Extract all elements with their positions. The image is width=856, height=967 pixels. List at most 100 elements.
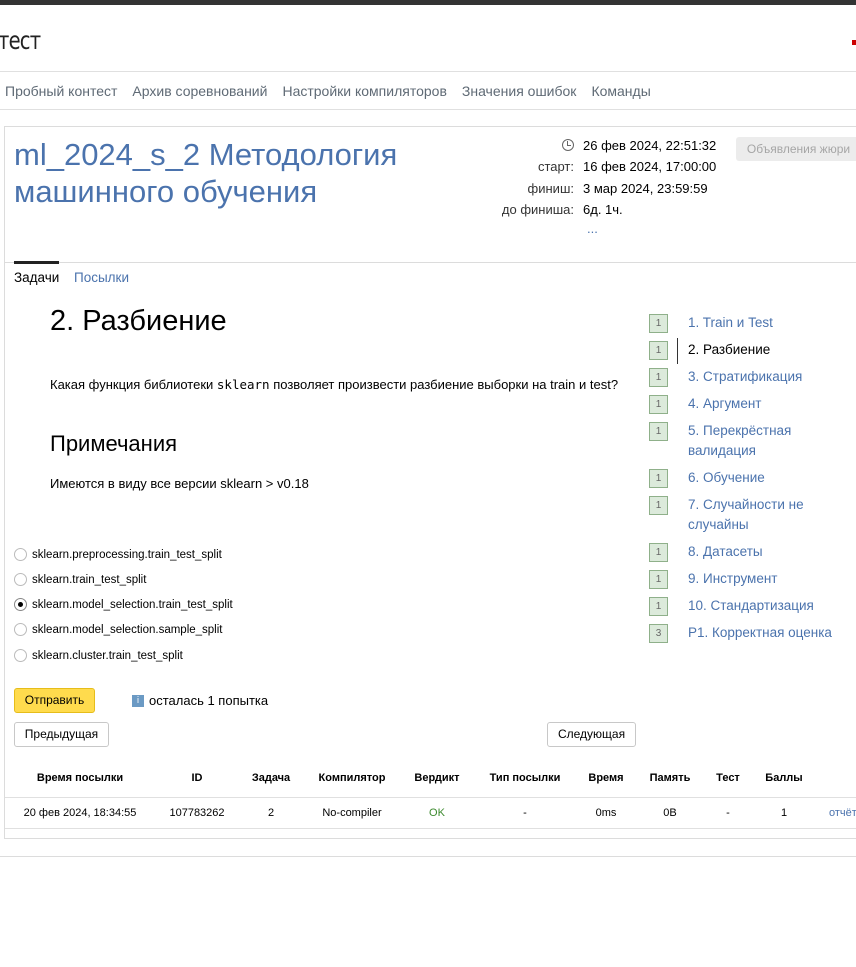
sidebar-item-split[interactable]: 2. Разбиение [688, 340, 838, 360]
column-header: Память [649, 772, 691, 784]
statement-text: Какая функция библиотеки [50, 377, 217, 392]
current-time: 26 фев 2024, 22:51:32 [583, 138, 717, 153]
finish-label: финиш: [527, 181, 574, 196]
nav-item-error-values[interactable]: Значения ошибок [462, 83, 577, 99]
start-value: 16 фев 2024, 17:00:00 [583, 159, 717, 174]
sidebar-item-stratification[interactable]: 3. Стратификация [688, 367, 838, 387]
submit-button[interactable]: Отправить [14, 688, 95, 713]
answer-option[interactable]: sklearn.preprocessing.train_test_split [14, 548, 222, 561]
cell-test: - [726, 807, 730, 819]
radio-button[interactable] [14, 623, 27, 636]
contest-title: ml_2024_s_2 Методология машинного обучен… [14, 137, 398, 209]
column-header: Время посылки [36, 772, 124, 784]
nav-item-archive[interactable]: Архив соревнований [132, 83, 267, 99]
current-problem-marker [677, 338, 678, 364]
nav-item-trial-contest[interactable]: Пробный контест [5, 83, 117, 99]
clock-icon [562, 139, 574, 151]
sidebar-item-standardization[interactable]: 10. Стандартизация [688, 596, 838, 616]
previous-button[interactable]: Предыдущая [14, 722, 109, 747]
info-icon: i [132, 695, 144, 707]
problem-score-badge: 1 [649, 422, 668, 441]
cell-compiler: No-compiler [322, 807, 382, 819]
statement-code: sklearn [216, 377, 270, 392]
cell-verdict: OK [429, 807, 445, 819]
cell-memory: 0B [663, 807, 677, 819]
problem-score-badge: 1 [649, 543, 668, 562]
column-header: Баллы [765, 772, 803, 784]
statement-text: позволяет произвести разбиение выборки н… [269, 377, 619, 392]
answer-option-label[interactable]: sklearn.model_selection.sample_split [32, 624, 223, 636]
remaining-value: 6д. 1ч. [583, 202, 623, 217]
nav-item-teams[interactable]: Команды [591, 83, 650, 99]
divider [0, 109, 856, 110]
top-bar [0, 0, 856, 5]
active-tab-indicator [14, 261, 59, 264]
problem-score-badge: 1 [649, 597, 668, 616]
answer-option[interactable]: sklearn.model_selection.train_test_split [14, 598, 233, 611]
radio-button[interactable] [14, 573, 27, 586]
main-nav: Пробный контест Архив соревнований Настр… [5, 83, 666, 99]
sidebar-item-argument[interactable]: 4. Аргумент [688, 394, 838, 414]
more-link[interactable]: ... [587, 221, 598, 236]
notes-text: Имеются в виду все версии sklearn > v0.1… [50, 476, 309, 491]
problem-statement: Какая функция библиотеки sklearn позволя… [50, 377, 618, 392]
answer-option[interactable]: sklearn.cluster.train_test_split [14, 649, 183, 662]
column-header: Вердикт [414, 772, 460, 784]
sidebar-item-cross-validation[interactable]: 5. Перекрёстная валидация [688, 421, 823, 461]
answer-option-label[interactable]: sklearn.train_test_split [32, 574, 146, 586]
divider [0, 856, 856, 857]
table-divider [5, 828, 856, 829]
radio-button-checked[interactable] [14, 598, 27, 611]
answer-option[interactable]: sklearn.train_test_split [14, 573, 146, 586]
problem-score-badge: 1 [649, 570, 668, 589]
divider [0, 71, 856, 72]
problem-score-badge: 1 [649, 341, 668, 360]
column-header: Тест [716, 772, 740, 784]
finish-value: 3 мар 2024, 23:59:59 [583, 181, 708, 196]
answer-option-label[interactable]: sklearn.model_selection.train_test_split [32, 599, 233, 611]
radio-button[interactable] [14, 548, 27, 561]
sidebar-item-train-test[interactable]: 1. Train и Test [688, 313, 838, 333]
problem-score-badge: 1 [649, 314, 668, 333]
cell-task: 2 [267, 807, 275, 819]
radio-button[interactable] [14, 649, 27, 662]
cell-score: 1 [780, 807, 788, 819]
logo[interactable]: тест [0, 26, 41, 55]
problem-score-badge: 1 [649, 395, 668, 414]
report-link[interactable]: отчёт [829, 807, 856, 819]
jury-announcements-button[interactable]: Объявления жюри [736, 137, 856, 161]
cell-id: 107783262 [169, 807, 225, 819]
tab-submissions[interactable]: Посылки [74, 270, 129, 285]
user-menu-edge[interactable] [852, 40, 856, 45]
cell-type: - [523, 807, 527, 819]
column-header: Задача [251, 772, 291, 784]
sidebar-item-tool[interactable]: 9. Инструмент [688, 569, 838, 589]
sidebar-item-datasets[interactable]: 8. Датасеты [688, 542, 838, 562]
column-header: Компилятор [318, 772, 386, 784]
nav-item-compiler-settings[interactable]: Настройки компиляторов [282, 83, 446, 99]
cell-submit-time: 20 фев 2024, 18:34:55 [23, 807, 137, 819]
notes-title: Примечания [50, 431, 178, 456]
problem-score-badge: 1 [649, 368, 668, 387]
table-divider [5, 797, 856, 798]
sidebar-item-randomness[interactable]: 7. Случайности не случайны [688, 495, 823, 535]
attempts-remaining: осталась 1 попытка [149, 693, 269, 708]
column-header: Время [588, 772, 624, 784]
sidebar-item-training[interactable]: 6. Обучение [688, 468, 838, 488]
tab-problems[interactable]: Задачи [14, 270, 59, 285]
problem-score-badge: 1 [649, 496, 668, 515]
problem-score-badge: 3 [649, 624, 668, 643]
sidebar-item-correct-estimate[interactable]: P1. Корректная оценка [688, 623, 838, 643]
divider [5, 262, 856, 263]
problem-score-badge: 1 [649, 469, 668, 488]
column-header: ID [191, 772, 203, 784]
cell-run-time: 0ms [595, 807, 617, 819]
remaining-label: до финиша: [501, 202, 574, 217]
column-header: Тип посылки [489, 772, 561, 784]
answer-option[interactable]: sklearn.model_selection.sample_split [14, 623, 223, 636]
answer-option-label[interactable]: sklearn.cluster.train_test_split [32, 650, 183, 662]
start-label: старт: [537, 159, 574, 174]
answer-option-label[interactable]: sklearn.preprocessing.train_test_split [32, 549, 222, 561]
problem-title: 2. Разбиение [50, 305, 227, 337]
next-button[interactable]: Следующая [547, 722, 636, 747]
